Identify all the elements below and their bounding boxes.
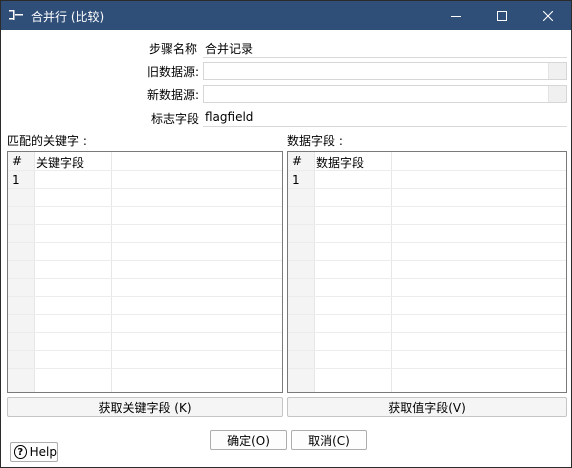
new-source-label: 新数据源: (146, 88, 199, 102)
values-col-field-header[interactable]: 数据字段 (316, 154, 364, 171)
get-key-fields-button[interactable]: 获取关键字段 (K) (7, 397, 283, 417)
grid-line (288, 188, 566, 189)
keys-col-field-header[interactable]: 关键字段 (36, 154, 84, 171)
minimize-button[interactable] (433, 1, 479, 30)
flag-field-label: 标志字段 (150, 112, 199, 126)
grid-line (288, 296, 566, 297)
merge-rows-icon (9, 10, 23, 20)
grid-line (288, 350, 566, 351)
values-section-label: 数据字段 : (287, 134, 343, 148)
values-row-number: 1 (292, 173, 300, 187)
grid-line (8, 206, 282, 207)
maximize-button[interactable] (479, 1, 525, 30)
help-button[interactable]: ? Help (10, 442, 58, 462)
grid-line (8, 332, 282, 333)
grid-line (8, 368, 282, 369)
flag-field-underline (203, 126, 567, 127)
help-label: Help (29, 445, 57, 459)
old-source-combo[interactable] (203, 62, 567, 80)
close-button[interactable] (525, 1, 571, 30)
help-icon: ? (14, 445, 27, 459)
grid-line (288, 242, 566, 243)
grid-line (8, 278, 282, 279)
values-col-num-header[interactable]: # (292, 154, 302, 168)
grid-line (8, 188, 282, 189)
grid-line (288, 332, 566, 333)
old-source-label: 旧数据源: (146, 65, 199, 79)
grid-line (288, 260, 566, 261)
minimize-icon (451, 15, 461, 17)
step-name-underline (203, 57, 567, 58)
cancel-button[interactable]: 取消(C) (291, 430, 367, 450)
grid-line (288, 224, 566, 225)
keys-section-label: 匹配的关键字 : (7, 134, 87, 148)
grid-line (288, 278, 566, 279)
ok-button[interactable]: 确定(O) (210, 430, 287, 450)
keys-col-num-header[interactable]: # (12, 154, 22, 168)
step-name-label: 步骤名称 (148, 42, 197, 56)
keys-table[interactable]: # 关键字段 1 (7, 151, 283, 393)
values-table[interactable]: # 数据字段 1 (287, 151, 567, 393)
grid-line (8, 224, 282, 225)
step-name-input[interactable]: 合并记录 (205, 40, 253, 57)
grid-line (8, 260, 282, 261)
title-bar: 合并行 (比较) (1, 1, 571, 30)
maximize-icon (497, 10, 507, 21)
grid-line (288, 206, 566, 207)
grid-line (288, 314, 566, 315)
grid-line (8, 314, 282, 315)
flag-field-input[interactable]: flagfield (205, 110, 253, 124)
old-source-dropdown-arrow[interactable] (548, 63, 566, 79)
new-source-dropdown-arrow[interactable] (548, 86, 566, 102)
dialog-window: 合并行 (比较) 步骤名称 合并记录 旧数据源: 新数据源: 标志字段 flag… (0, 0, 572, 468)
grid-line (8, 296, 282, 297)
new-source-combo[interactable] (203, 85, 567, 103)
grid-line (8, 350, 282, 351)
window-title: 合并行 (比较) (31, 10, 105, 24)
grid-line (288, 368, 566, 369)
close-icon (543, 10, 553, 21)
grid-line (8, 242, 282, 243)
keys-row-number: 1 (12, 173, 20, 187)
get-value-fields-button[interactable]: 获取值字段(V) (287, 397, 567, 417)
